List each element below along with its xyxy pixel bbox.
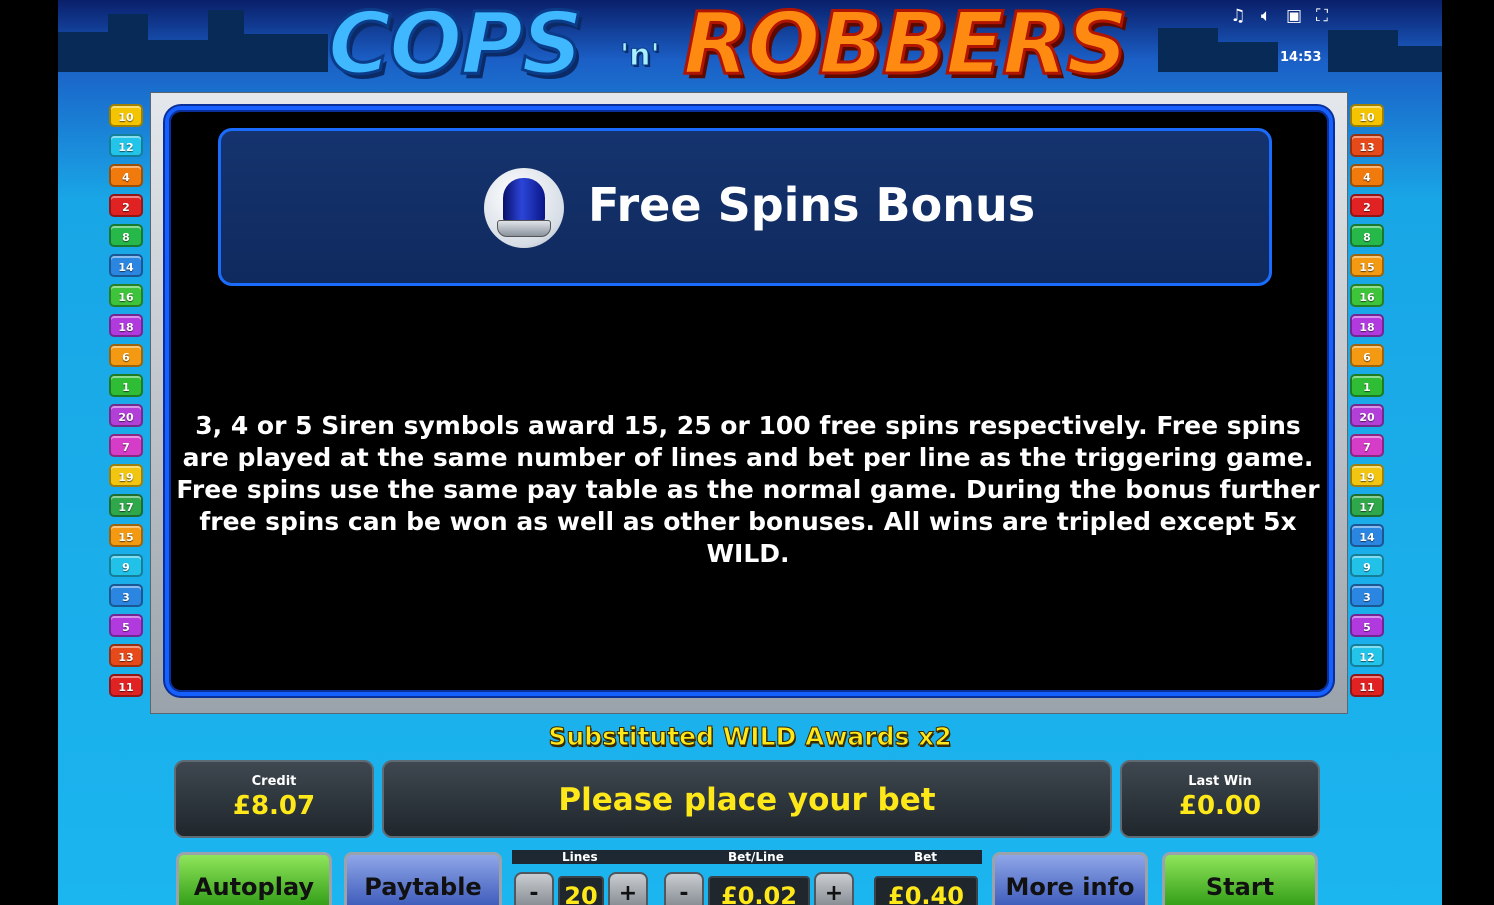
bet-line-plus-button[interactable]: + — [814, 872, 854, 905]
line-badge-left: 14 — [109, 254, 143, 277]
info-body: 3, 4 or 5 Siren symbols award 15, 25 or … — [176, 411, 1320, 568]
line-badge-right: 3 — [1350, 584, 1384, 607]
line-badge-left: 10 — [109, 104, 143, 127]
line-badge-right: 2 — [1350, 194, 1384, 217]
credit-value: £8.07 — [232, 791, 316, 821]
line-badge-right: 9 — [1350, 554, 1384, 577]
line-badge-right: 15 — [1350, 254, 1384, 277]
credit-label: Credit — [251, 774, 297, 789]
start-button[interactable]: Start — [1162, 852, 1318, 905]
bet-line-value: £0.02 — [708, 876, 810, 905]
window-icon[interactable]: ▣ — [1284, 6, 1304, 26]
credit-box: Credit £8.07 — [174, 760, 374, 838]
lines-plus-button[interactable]: + — [608, 872, 648, 905]
more-info-button[interactable]: More info — [992, 852, 1148, 905]
bet-line-minus-button[interactable]: - — [664, 872, 704, 905]
line-badge-left: 16 — [109, 284, 143, 307]
line-badge-left: 15 — [109, 524, 143, 547]
line-badge-left: 11 — [109, 674, 143, 697]
line-badge-right: 7 — [1350, 434, 1384, 457]
logo-robbers-text: ROBBERS — [681, 0, 1129, 96]
line-badge-left: 19 — [109, 464, 143, 487]
bet-label: Bet — [914, 850, 938, 864]
line-badge-left: 4 — [109, 164, 143, 187]
line-badge-right: 10 — [1350, 104, 1384, 127]
top-icons: ♫ 🔈︎ ▣ ⛶ — [1228, 6, 1332, 26]
message-text: Please place your bet — [558, 782, 936, 818]
line-badge-right: 4 — [1350, 164, 1384, 187]
line-badge-right: 8 — [1350, 224, 1384, 247]
music-note-icon[interactable]: ♫ — [1228, 6, 1248, 26]
line-badge-left: 13 — [109, 644, 143, 667]
line-badge-left: 12 — [109, 134, 143, 157]
lines-label: Lines — [562, 850, 598, 864]
line-badge-right: 18 — [1350, 314, 1384, 337]
line-badge-left: 20 — [109, 404, 143, 427]
game-logo: COPS 'n' ROBBERS — [326, 0, 1188, 102]
autoplay-button[interactable]: Autoplay — [176, 852, 332, 905]
line-badge-left: 3 — [109, 584, 143, 607]
line-badge-right: 5 — [1350, 614, 1384, 637]
clock: 14:53 — [1280, 50, 1322, 65]
message-box: Please place your bet — [382, 760, 1112, 838]
line-badge-left: 6 — [109, 344, 143, 367]
line-badge-right: 19 — [1350, 464, 1384, 487]
line-badge-left: 1 — [109, 374, 143, 397]
info-title: Free Spins Bonus — [588, 178, 1036, 232]
line-badge-right: 11 — [1350, 674, 1384, 697]
line-badge-right: 1 — [1350, 374, 1384, 397]
line-badge-right: 17 — [1350, 494, 1384, 517]
speaker-icon[interactable]: 🔈︎ — [1256, 6, 1276, 26]
line-badge-right: 6 — [1350, 344, 1384, 367]
line-badge-left: 8 — [109, 224, 143, 247]
line-badge-right: 16 — [1350, 284, 1384, 307]
last-win-box: Last Win £0.00 — [1120, 760, 1320, 838]
logo-n-text: 'n' — [620, 38, 661, 74]
lines-value: 20 — [558, 876, 604, 905]
bet-header: Lines Bet/Line Bet — [512, 850, 982, 864]
paytable-button[interactable]: Paytable — [344, 852, 502, 905]
siren-icon — [484, 168, 564, 248]
last-win-label: Last Win — [1188, 774, 1252, 789]
line-badge-left: 9 — [109, 554, 143, 577]
line-badge-left: 2 — [109, 194, 143, 217]
last-win-value: £0.00 — [1178, 791, 1262, 821]
fullscreen-icon[interactable]: ⛶ — [1312, 6, 1332, 26]
line-badge-right: 14 — [1350, 524, 1384, 547]
line-badge-right: 20 — [1350, 404, 1384, 427]
line-badge-left: 18 — [109, 314, 143, 337]
line-badges-left: 10 12 4 2 8 14 16 18 6 1 20 7 19 17 15 9 3 5 13 11 — [109, 104, 143, 704]
line-badge-left: 5 — [109, 614, 143, 637]
line-badge-left: 17 — [109, 494, 143, 517]
line-badge-right: 13 — [1350, 134, 1384, 157]
wild-message: Substituted WILD Awards x2 — [548, 722, 952, 752]
logo-cops-text: COPS — [326, 0, 584, 96]
bet-line-label: Bet/Line — [728, 850, 784, 864]
line-badge-left: 7 — [109, 434, 143, 457]
line-badge-right: 12 — [1350, 644, 1384, 667]
line-badges-right: 10 13 4 2 8 15 16 18 6 1 20 7 19 17 14 9 3 5 12 11 — [1350, 104, 1384, 704]
bet-value: £0.40 — [874, 876, 978, 905]
lines-minus-button[interactable]: - — [514, 872, 554, 905]
game-stage: COPS 'n' ROBBERS ♫ 🔈︎ ▣ ⛶ 14:53 10 12 4 2 8 1… — [58, 0, 1442, 905]
